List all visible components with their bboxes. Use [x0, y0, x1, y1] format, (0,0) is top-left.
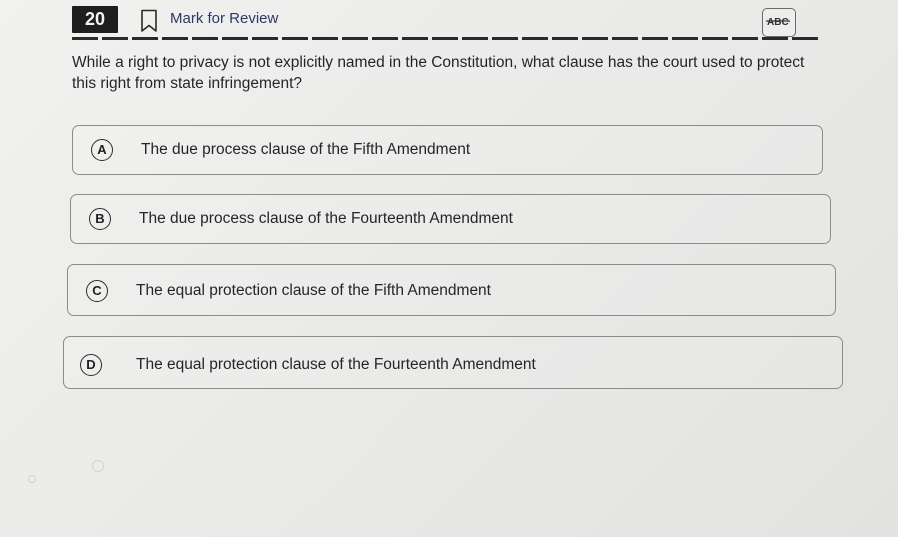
question-number-badge: 20	[72, 6, 118, 33]
option-letter-a: A	[91, 139, 113, 161]
screen-smudge	[92, 460, 104, 472]
header-divider	[72, 37, 818, 40]
screen-smudge	[28, 475, 36, 483]
mark-for-review-button[interactable]: Mark for Review	[170, 10, 278, 27]
option-letter-d: D	[80, 354, 102, 376]
question-text: While a right to privacy is not explicit…	[72, 54, 805, 92]
option-letter-c: C	[86, 280, 108, 302]
answer-option-c[interactable]: C The equal protection clause of the Fif…	[67, 264, 836, 316]
option-text-a: The due process clause of the Fifth Amen…	[141, 141, 471, 158]
question-header: 20 Mark for Review ABC	[72, 2, 818, 37]
option-text-d: The equal protection clause of the Fourt…	[136, 356, 536, 373]
answer-option-b[interactable]: B The due process clause of the Fourteen…	[70, 194, 831, 244]
svg-text:ABC: ABC	[767, 17, 789, 28]
abc-strikethrough-icon[interactable]: ABC	[762, 8, 796, 37]
answer-option-a[interactable]: A The due process clause of the Fifth Am…	[72, 125, 823, 175]
option-letter-b: B	[89, 208, 111, 230]
bookmark-icon[interactable]	[139, 9, 159, 33]
option-text-c: The equal protection clause of the Fifth…	[136, 282, 491, 299]
answer-option-d[interactable]: D The equal protection clause of the Fou…	[63, 336, 843, 389]
option-text-b: The due process clause of the Fourteenth…	[139, 210, 513, 227]
